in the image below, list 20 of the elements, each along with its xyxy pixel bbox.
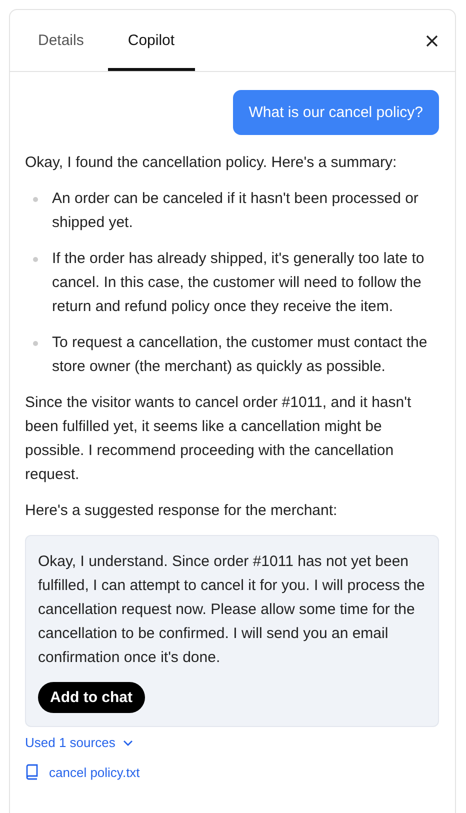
add-to-chat-button[interactable]: Add to chat [38, 682, 144, 713]
user-message: What is our cancel policy? [232, 90, 439, 135]
tab[interactable]: Details [18, 10, 104, 71]
reply-text: Since the visitor wants to cancel order #1011, and it hasn't been fulfilled yet, it seems like a cancellation might be possible. I recommend proceeding with the cancellation request. [25, 393, 412, 485]
close-button[interactable] [425, 34, 439, 48]
bullet-text: An order can be canceled if it hasn't been processed or shipped yet. [52, 189, 420, 233]
bullet-dot [33, 341, 38, 346]
bullet-dot [33, 257, 38, 262]
close-icon [425, 34, 439, 48]
book-icon [25, 764, 39, 780]
bullet-dot [33, 197, 38, 202]
reply-text: Okay, I found the cancellation policy. Here's a summary: [25, 153, 398, 173]
tab[interactable]: Copilot [108, 10, 195, 71]
reply-text: Here's a suggested response for the merchant: [25, 501, 338, 521]
suggestion-text: Okay, I understand. Since order #1011 has not yet been fulfilled, I can attempt to cancel it for you. I will process the cancellation request now. Please allow some time for the cancellation to be confirmed. I will send you an email confirmation once it's done. [38, 552, 426, 668]
source-link[interactable]: cancel policy.txt [25, 764, 439, 780]
bullet-text: To request a cancellation, the customer must contact the store owner (the merchant) as quickly as possible. [52, 333, 428, 377]
sources-toggle[interactable]: Used 1 sources [25, 735, 439, 750]
bullet-text: If the order has already shipped, it's generally too late to cancel. In this case, the customer will need to follow the return and refund policy once they receive the item. [52, 249, 426, 317]
chevron-down-icon [123, 740, 134, 746]
